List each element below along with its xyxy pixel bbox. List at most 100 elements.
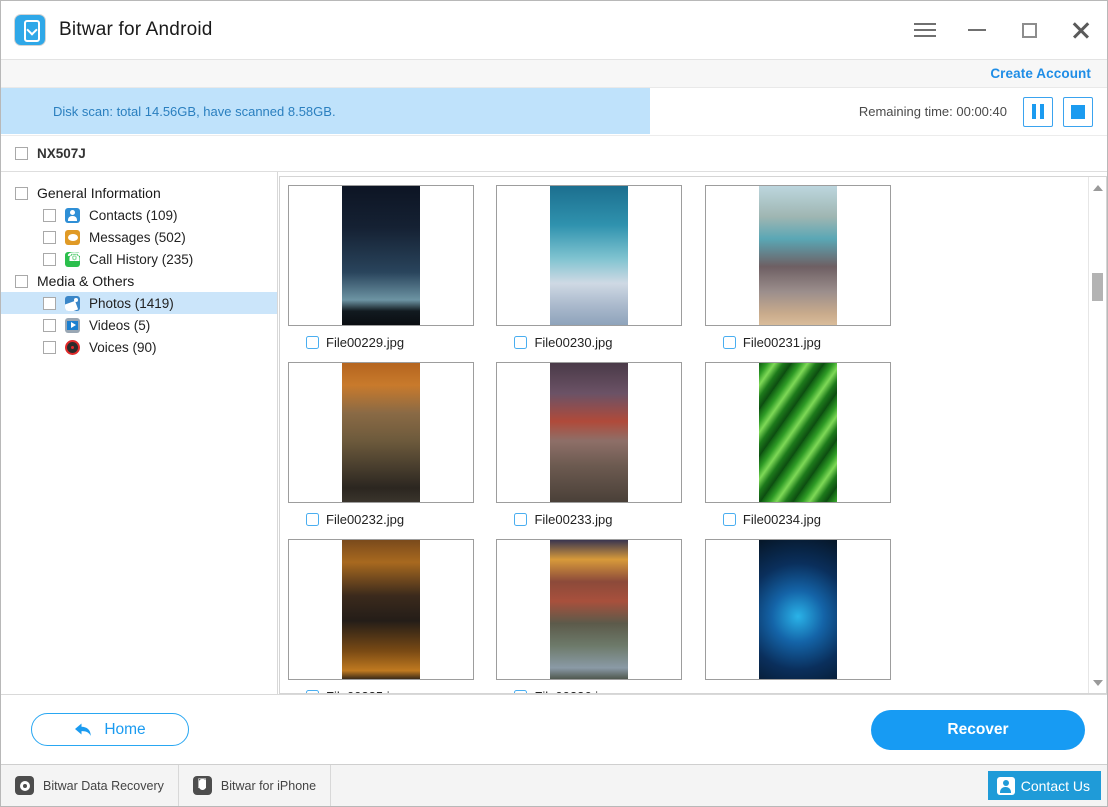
file-card[interactable]: File00232.jpg bbox=[288, 362, 484, 535]
sidebar-item-contacts[interactable]: Contacts (109) bbox=[1, 204, 277, 226]
stop-scan-button[interactable] bbox=[1063, 97, 1093, 127]
sidebar-item-photos[interactable]: Photos (1419) bbox=[1, 292, 277, 314]
file-label-row[interactable]: File00231.jpg bbox=[705, 326, 901, 358]
file-label-row[interactable]: File00229.jpg bbox=[288, 326, 484, 358]
sidebar-item-label: Call History (235) bbox=[89, 252, 193, 267]
contact-us-button[interactable]: Contact Us bbox=[988, 771, 1101, 800]
scrollbar-thumb[interactable] bbox=[1092, 273, 1103, 301]
file-checkbox[interactable] bbox=[306, 336, 319, 349]
thumbnail-frame[interactable] bbox=[496, 539, 682, 680]
scroll-down-arrow-icon bbox=[1093, 680, 1103, 686]
file-card[interactable]: File00233.jpg bbox=[496, 362, 692, 535]
thumbnail-frame[interactable] bbox=[288, 185, 474, 326]
file-label-row[interactable]: File00230.jpg bbox=[496, 326, 692, 358]
messages-icon bbox=[65, 230, 80, 245]
item-checkbox[interactable] bbox=[43, 209, 56, 222]
file-grid: File00229.jpg File00230.jpg bbox=[280, 177, 1088, 693]
file-label-row[interactable]: File00236.jpg bbox=[496, 680, 692, 693]
category-sidebar: General Information Contacts (109) Messa… bbox=[1, 172, 278, 694]
main-body: General Information Contacts (109) Messa… bbox=[1, 172, 1107, 694]
vertical-scrollbar[interactable] bbox=[1088, 177, 1106, 693]
sidebar-item-label: Voices (90) bbox=[89, 340, 157, 355]
thumbnail-frame[interactable] bbox=[288, 539, 474, 680]
file-card[interactable]: File00229.jpg bbox=[288, 185, 484, 358]
hamburger-menu-icon bbox=[914, 23, 936, 37]
file-checkbox[interactable] bbox=[306, 513, 319, 526]
file-checkbox[interactable] bbox=[514, 513, 527, 526]
pause-scan-button[interactable] bbox=[1023, 97, 1053, 127]
window-controls bbox=[899, 1, 1107, 59]
file-checkbox[interactable] bbox=[514, 690, 527, 694]
apple-icon bbox=[193, 776, 212, 795]
sidebar-item-videos[interactable]: Videos (5) bbox=[1, 314, 277, 336]
minimize-icon bbox=[968, 29, 986, 31]
scroll-down-button[interactable] bbox=[1089, 674, 1106, 691]
title-bar: Bitwar for Android bbox=[1, 1, 1107, 59]
device-row[interactable]: NX507J bbox=[1, 136, 1107, 172]
thumbnail-frame[interactable] bbox=[705, 185, 891, 326]
app-logo-icon bbox=[15, 15, 45, 45]
file-label-row[interactable]: File00233.jpg bbox=[496, 503, 692, 535]
thumbnail-frame[interactable] bbox=[496, 185, 682, 326]
close-icon bbox=[1071, 20, 1091, 40]
device-checkbox[interactable] bbox=[15, 147, 28, 160]
item-checkbox[interactable] bbox=[43, 297, 56, 310]
disk-icon bbox=[15, 776, 34, 795]
sidebar-group-general-information[interactable]: General Information bbox=[1, 182, 277, 204]
file-label-row[interactable]: File00232.jpg bbox=[288, 503, 484, 535]
thumbnail-frame[interactable] bbox=[496, 362, 682, 503]
sidebar-item-messages[interactable]: Messages (502) bbox=[1, 226, 277, 248]
file-name: File00232.jpg bbox=[326, 512, 404, 527]
videos-icon bbox=[65, 318, 80, 333]
sidebar-item-voices[interactable]: Voices (90) bbox=[1, 336, 277, 358]
account-bar: Create Account bbox=[1, 59, 1107, 88]
sidebar-group-label: Media & Others bbox=[37, 273, 134, 289]
file-card[interactable] bbox=[705, 539, 901, 693]
thumbnail-image bbox=[759, 186, 837, 325]
thumbnail-frame[interactable] bbox=[705, 362, 891, 503]
file-checkbox[interactable] bbox=[723, 336, 736, 349]
minimize-button[interactable] bbox=[951, 1, 1003, 59]
thumbnail-image bbox=[550, 540, 628, 679]
item-checkbox[interactable] bbox=[43, 231, 56, 244]
sidebar-item-label: Contacts (109) bbox=[89, 208, 178, 223]
file-label-row[interactable]: File00235.jpg bbox=[288, 680, 484, 693]
file-grid-panel: File00229.jpg File00230.jpg bbox=[279, 176, 1107, 694]
close-button[interactable] bbox=[1055, 1, 1107, 59]
file-name: File00235.jpg bbox=[326, 689, 404, 694]
create-account-link[interactable]: Create Account bbox=[990, 66, 1091, 81]
file-label-row[interactable] bbox=[705, 680, 901, 693]
menu-button[interactable] bbox=[899, 1, 951, 59]
item-checkbox[interactable] bbox=[43, 341, 56, 354]
sidebar-item-call-history[interactable]: Call History (235) bbox=[1, 248, 277, 270]
sidebar-group-media-others[interactable]: Media & Others bbox=[1, 270, 277, 292]
file-checkbox[interactable] bbox=[514, 336, 527, 349]
file-label-row[interactable]: File00234.jpg bbox=[705, 503, 901, 535]
file-name: File00233.jpg bbox=[534, 512, 612, 527]
group-checkbox[interactable] bbox=[15, 187, 28, 200]
file-card[interactable]: File00231.jpg bbox=[705, 185, 901, 358]
recover-button[interactable]: Recover bbox=[871, 710, 1085, 750]
maximize-button[interactable] bbox=[1003, 1, 1055, 59]
file-card[interactable]: File00236.jpg bbox=[496, 539, 692, 693]
footer-tab-bitwar-data-recovery[interactable]: Bitwar Data Recovery bbox=[1, 765, 179, 806]
thumbnail-image bbox=[759, 363, 837, 502]
thumbnail-image bbox=[342, 363, 420, 502]
file-name: File00231.jpg bbox=[743, 335, 821, 350]
file-card[interactable]: File00230.jpg bbox=[496, 185, 692, 358]
item-checkbox[interactable] bbox=[43, 319, 56, 332]
footer-tab-bitwar-for-iphone[interactable]: Bitwar for iPhone bbox=[179, 765, 331, 806]
item-checkbox[interactable] bbox=[43, 253, 56, 266]
scan-controls: Remaining time: 00:00:40 bbox=[758, 88, 1107, 135]
group-checkbox[interactable] bbox=[15, 275, 28, 288]
scroll-up-button[interactable] bbox=[1089, 179, 1106, 196]
thumbnail-frame[interactable] bbox=[705, 539, 891, 680]
thumbnail-frame[interactable] bbox=[288, 362, 474, 503]
file-checkbox[interactable] bbox=[723, 513, 736, 526]
file-card[interactable]: File00235.jpg bbox=[288, 539, 484, 693]
home-label: Home bbox=[104, 721, 145, 739]
file-name: File00234.jpg bbox=[743, 512, 821, 527]
file-checkbox[interactable] bbox=[306, 690, 319, 694]
home-button[interactable]: Home bbox=[31, 713, 189, 746]
file-card[interactable]: File00234.jpg bbox=[705, 362, 901, 535]
